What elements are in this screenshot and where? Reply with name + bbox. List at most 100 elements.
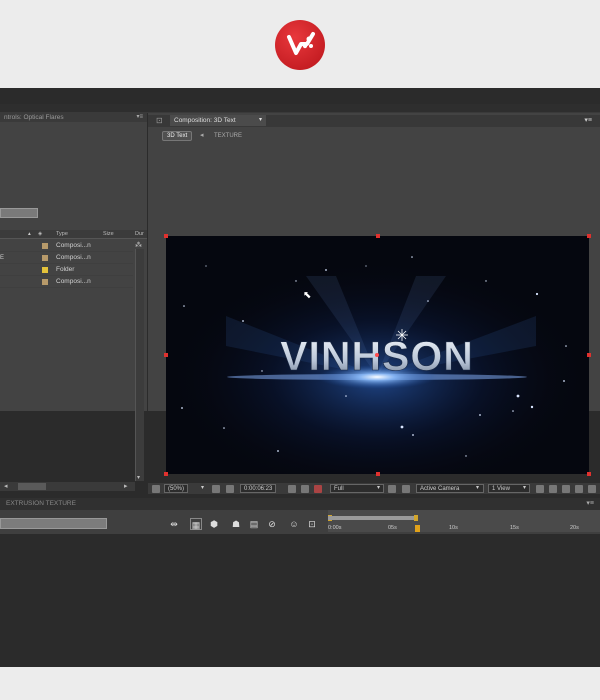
live-update-icon[interactable]: ▦ [190,518,202,530]
comp-mini-flowchart-icon[interactable]: ⇹ [168,518,180,530]
current-time-indicator[interactable] [415,525,420,532]
label-color-swatch[interactable] [42,267,48,273]
show-snapshot-icon[interactable] [301,485,309,493]
project-column-header: ▴ ◈ Type Size Dur [0,230,147,239]
breadcrumb: 3D Text ◂ TEXTURE [148,130,600,142]
project-row[interactable]: Composi...n [0,240,133,252]
draft-3d-icon[interactable]: ⬢ [208,518,220,530]
project-row-type: Composi...n [56,254,91,261]
time-tick: 05s [388,525,397,531]
camera-snapshot-icon[interactable] [288,485,296,493]
panel-menu-icon[interactable]: ▾≡ [586,498,594,510]
motion-blur-icon[interactable]: ⊘ [266,518,278,530]
region-of-interest-icon[interactable] [388,485,396,493]
composition-viewer[interactable]: VINHSON [166,236,589,474]
project-row-type: Folder [56,266,75,273]
effect-controls-tab[interactable]: ntrols: Optical Flares ▾≡ [0,113,147,122]
resolution-dropdown[interactable]: Full [330,484,384,493]
flowchart-icon[interactable] [575,485,583,493]
panel-menu-icon[interactable]: ▾≡ [584,115,592,127]
viewer-toolbar: (50%) ▾ 0:00:06:23 Full ▾ Active Camera … [148,483,600,494]
timeline-tab[interactable]: EXTRUSION TEXTURE [6,498,76,510]
column-type[interactable]: Type [56,230,68,239]
timeline-tab-bar: EXTRUSION TEXTURE ▾≡ [0,498,600,510]
camera-value: Active Camera [420,486,460,492]
composition-tab[interactable]: Composition: 3D Text ▾ [170,115,266,126]
timeline-search-field[interactable] [0,518,107,529]
composition-tab-title: Composition: 3D Text [174,117,236,124]
transform-handle[interactable] [587,472,591,476]
work-area-bar[interactable] [328,516,416,520]
transform-handle[interactable] [164,234,168,238]
column-duration[interactable]: Dur [135,230,144,239]
camera-dropdown[interactable]: Active Camera [416,484,484,493]
transform-handle[interactable] [587,353,591,357]
transparency-grid-icon[interactable] [402,485,410,493]
lock-icon[interactable]: ⊡ [156,116,163,125]
chevron-down-icon[interactable]: ▾ [476,484,479,493]
exposure-icon[interactable] [588,485,596,493]
toggle-pixel-aspect-icon[interactable] [536,485,544,493]
transform-handle[interactable] [587,234,591,238]
composition-tab-bar: ⊡ Composition: 3D Text ▾ ▾≡ [148,115,600,127]
safe-zones-icon[interactable] [212,485,220,493]
vertical-scrollbar[interactable]: ▾ [135,249,144,481]
time-tick: 0:00s [328,525,342,531]
brainstorm-icon[interactable]: ☺ [288,518,300,530]
mask-visibility-icon[interactable] [226,485,234,493]
scroll-right-icon[interactable]: ▸ [124,482,128,491]
scroll-thumb[interactable] [18,483,46,490]
resolution-value: Full [334,486,344,492]
transform-handle[interactable] [164,472,168,476]
label-color-swatch[interactable] [42,255,48,261]
magnification-dropdown[interactable]: (50%) [164,484,189,493]
timeline-icon[interactable] [562,485,570,493]
column-size[interactable]: Size [103,230,114,239]
label-column-icon[interactable]: ◈ [38,230,42,239]
chevron-down-icon[interactable]: ▾ [259,115,262,126]
project-panel: ntrols: Optical Flares ▾≡ ▴ ◈ Type Size … [0,113,147,491]
time-tick: 10s [449,525,458,531]
flowchart-icon[interactable]: ⁂ [135,241,142,249]
time-tick: 20s [570,525,579,531]
chevron-down-icon[interactable]: ▾ [377,484,380,493]
project-row[interactable]: Folder [0,264,133,276]
panel-menu-icon[interactable]: ▾≡ [136,113,143,122]
project-row-name: E [0,255,5,261]
transform-handle[interactable] [376,234,380,238]
label-color-swatch[interactable] [42,243,48,249]
sort-icon[interactable]: ▴ [28,230,31,239]
bottom-band [0,667,600,700]
label-color-swatch[interactable] [42,279,48,285]
mouse-cursor-icon: ⬉ [303,290,312,301]
top-band [0,0,600,88]
menu-bar [0,104,600,113]
graph-editor-icon[interactable]: ⊡ [306,518,318,530]
frame-blending-icon[interactable]: ▤ [248,518,260,530]
color-channels-icon[interactable] [314,485,322,493]
effect-controls-tab-label: ntrols: Optical Flares [4,114,64,121]
project-row[interactable]: E Composi...n [0,252,133,264]
shy-layers-icon[interactable]: ☗ [230,518,242,530]
chevron-down-icon[interactable]: ▾ [523,484,526,493]
scroll-down-icon[interactable]: ▾ [137,474,140,481]
breadcrumb-3d-text[interactable]: 3D Text [162,131,193,141]
chevron-down-icon[interactable]: ▾ [201,484,204,493]
project-row-type: Composi...n [56,278,91,285]
project-row[interactable]: Composi...n [0,276,133,288]
search-field[interactable] [0,208,38,218]
work-area-end[interactable] [414,515,418,521]
transform-handle[interactable] [376,472,380,476]
horizontal-scrollbar[interactable]: ◂ ▸ [0,482,135,491]
transform-handle[interactable] [164,353,168,357]
fast-previews-icon[interactable] [549,485,557,493]
always-preview-icon[interactable] [152,485,160,493]
view-layout-value: 1 View [492,486,510,492]
vm-logo-icon [275,20,325,70]
breadcrumb-arrow-icon: ◂ [200,132,204,139]
current-time-field[interactable]: 0:00:06:23 [240,484,277,493]
time-ruler[interactable]: 0:00s 05s 10s 15s 20s [328,510,600,532]
project-row-type: Composi...n [56,242,91,249]
scroll-left-icon[interactable]: ◂ [4,482,8,491]
breadcrumb-texture[interactable]: TEXTURE [214,130,242,142]
